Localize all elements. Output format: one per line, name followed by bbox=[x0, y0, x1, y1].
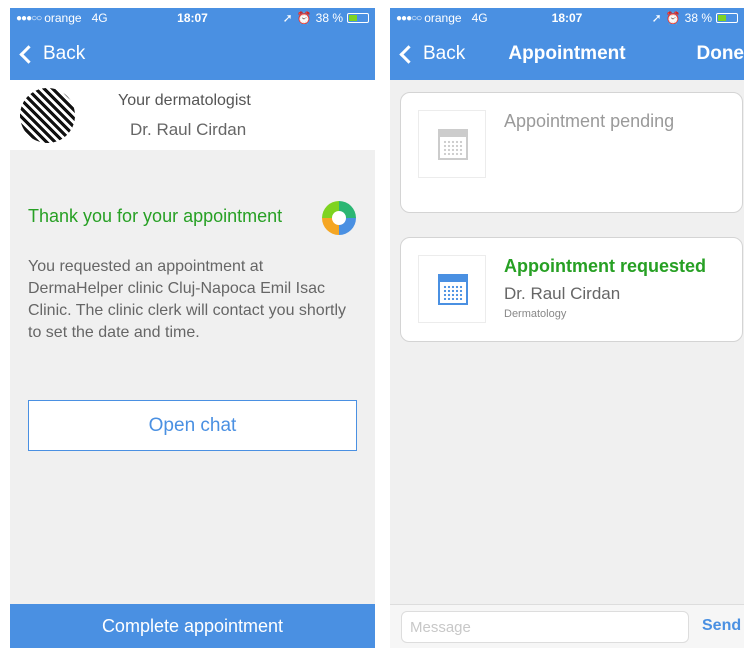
doctor-header: Your dermatologist Dr. Raul Cirdan bbox=[10, 80, 375, 150]
card-icon-box bbox=[418, 110, 486, 178]
calendar-icon bbox=[438, 129, 468, 160]
message-input[interactable] bbox=[401, 611, 689, 643]
open-chat-button[interactable]: Open chat bbox=[28, 400, 357, 451]
send-button[interactable]: Send bbox=[702, 617, 741, 635]
status-bar: ●●●○○ orange 4G 18:07 ➚ ⏰ 38 % bbox=[390, 8, 744, 28]
app-logo-icon bbox=[322, 201, 356, 235]
back-chevron-icon bbox=[399, 44, 418, 64]
back-button[interactable]: Back bbox=[18, 43, 85, 65]
back-button[interactable]: Back bbox=[398, 43, 465, 65]
appointment-requested-card[interactable]: Appointment requested Dr. Raul Cirdan De… bbox=[400, 237, 743, 342]
confirmation-message: You requested an appointment at DermaHel… bbox=[28, 258, 347, 341]
calendar-icon bbox=[438, 274, 468, 305]
message-bar: Send bbox=[390, 604, 744, 648]
doctor-role: Your dermatologist bbox=[118, 92, 251, 109]
doctor-name: Dr. Raul Cirdan bbox=[130, 120, 247, 139]
appointment-pending-card[interactable]: Appointment pending bbox=[400, 92, 743, 213]
card-doctor-name: Dr. Raul Cirdan bbox=[504, 284, 621, 303]
complete-appointment-button[interactable]: Complete appointment bbox=[10, 604, 375, 648]
battery-icon bbox=[716, 13, 738, 23]
status-bar: ●●●○○ orange 4G 18:07 ➚ ⏰ 38 % bbox=[10, 8, 375, 28]
back-chevron-icon bbox=[19, 44, 38, 64]
left-screen: ●●●○○ orange 4G 18:07 ➚ ⏰ 38 % Back Your… bbox=[10, 8, 375, 648]
clock: 18:07 bbox=[551, 11, 583, 25]
clock: 18:07 bbox=[177, 11, 208, 25]
doctor-avatar bbox=[20, 88, 75, 143]
back-label: Back bbox=[43, 43, 86, 64]
nav-bar: Back Appointment Done bbox=[390, 28, 744, 80]
card-icon-box bbox=[418, 255, 486, 323]
done-button[interactable]: Done bbox=[697, 43, 744, 65]
nav-bar: Back bbox=[10, 28, 375, 80]
card-title: Appointment requested bbox=[504, 256, 707, 276]
card-title: Appointment pending bbox=[504, 111, 675, 131]
thanks-title: Thank you for your appointment bbox=[28, 206, 283, 226]
back-label: Back bbox=[423, 43, 466, 64]
battery-icon bbox=[347, 13, 369, 23]
right-screen: ●●●○○ orange 4G 18:07 ➚ ⏰ 38 % Back Appo… bbox=[390, 8, 744, 648]
card-specialty: Dermatology bbox=[504, 308, 567, 320]
